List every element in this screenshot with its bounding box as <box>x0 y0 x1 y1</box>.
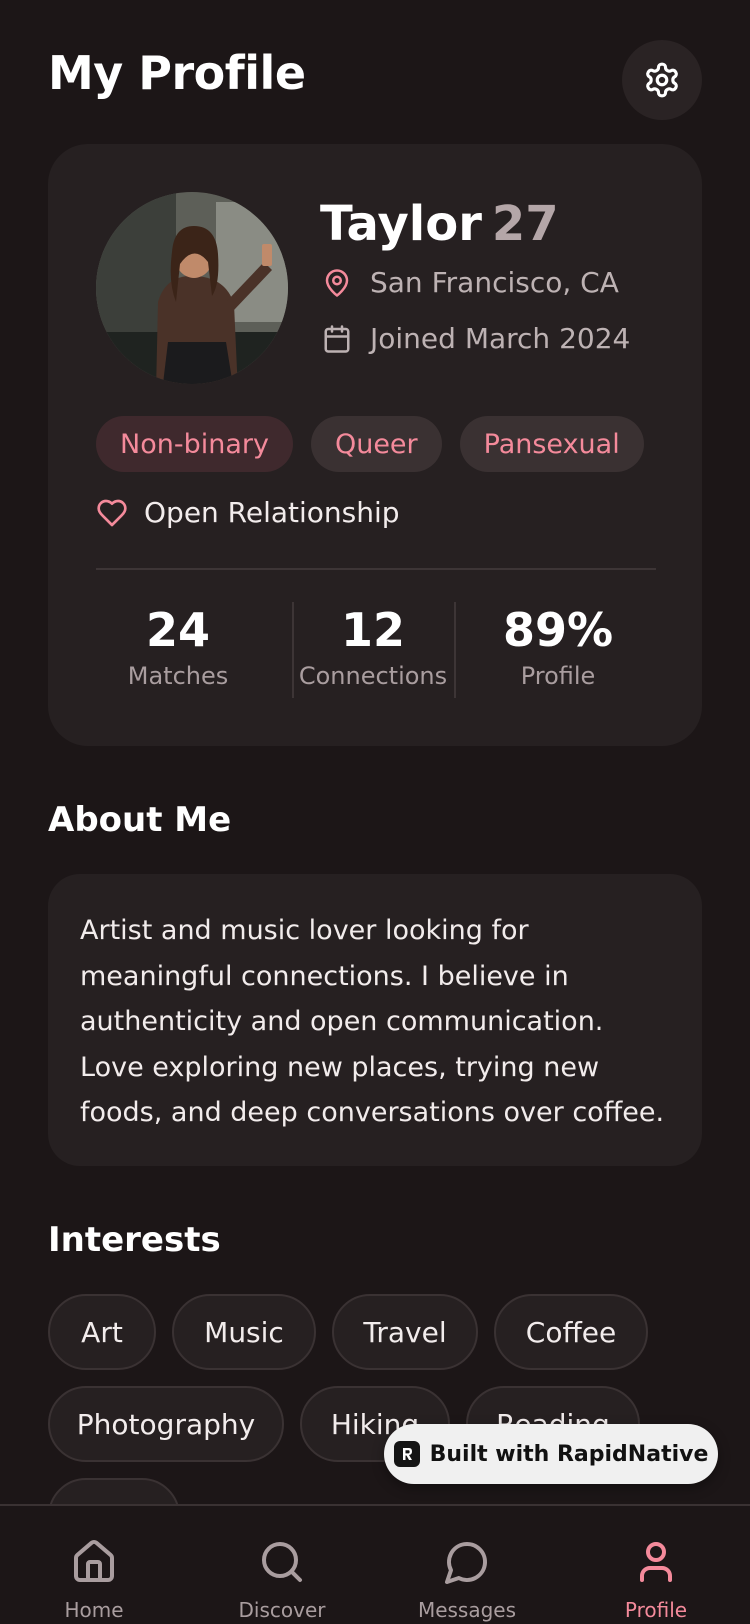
name-row: Taylor 27 <box>320 196 559 252</box>
stat-separator <box>454 602 456 698</box>
identity-chip: Queer <box>310 416 442 472</box>
stats-row: 24 Matches 12 Connections 89% Profile <box>96 602 656 702</box>
interest-chip[interactable]: Coffee <box>494 1294 648 1370</box>
tab-label: Profile <box>624 1598 688 1622</box>
interest-chip[interactable]: Art <box>48 1294 156 1370</box>
interest-chip[interactable]: Travel <box>332 1294 478 1370</box>
joined-row: Joined March 2024 <box>322 322 630 355</box>
about-text: Artist and music lover looking for meani… <box>80 915 665 1128</box>
tab-discover[interactable]: Discover <box>222 1506 342 1624</box>
stat-separator <box>292 602 294 698</box>
identity-chips: Non-binary Queer Pansexual <box>96 416 644 472</box>
interests-title: Interests <box>48 1220 221 1260</box>
tab-label: Home <box>64 1598 124 1622</box>
about-card: Artist and music lover looking for meani… <box>48 874 702 1166</box>
relationship-text: Open Relationship <box>144 496 400 529</box>
about-title: About Me <box>48 800 232 840</box>
stat-label: Profile <box>520 662 596 690</box>
search-icon <box>258 1538 306 1586</box>
built-with-badge[interactable]: Built with RapidNative <box>384 1424 718 1484</box>
tab-label: Discover <box>238 1598 326 1622</box>
stat-matches[interactable]: 24 Matches <box>96 602 260 690</box>
interest-chip[interactable]: Photography <box>48 1386 284 1462</box>
chat-icon <box>443 1538 491 1586</box>
interest-chip[interactable]: Music <box>172 1294 316 1370</box>
gear-icon <box>646 62 678 98</box>
stat-label: Connections <box>298 662 448 690</box>
profile-card: Taylor 27 San Francisco, CA Joined March … <box>48 144 702 746</box>
header: My Profile <box>48 40 702 140</box>
stat-value: 89% <box>502 603 614 657</box>
avatar[interactable] <box>96 192 288 384</box>
relationship-row: Open Relationship <box>96 496 400 529</box>
tab-messages[interactable]: Messages <box>407 1506 527 1624</box>
identity-chip: Non-binary <box>96 416 293 472</box>
tab-home[interactable]: Home <box>34 1506 154 1624</box>
location-text: San Francisco, CA <box>370 266 619 299</box>
page-title: My Profile <box>48 46 306 100</box>
stat-value: 24 <box>145 603 210 657</box>
tab-profile[interactable]: Profile <box>596 1506 716 1624</box>
tab-bar: Home Discover Messages Profile <box>0 1504 750 1624</box>
avatar-photo <box>96 192 288 384</box>
heart-icon <box>96 497 128 529</box>
stat-profile[interactable]: 89% Profile <box>476 602 640 690</box>
stat-connections[interactable]: 12 Connections <box>298 602 448 690</box>
profile-name: Taylor <box>320 196 482 252</box>
stat-value: 12 <box>340 603 405 657</box>
joined-text: Joined March 2024 <box>370 322 631 355</box>
map-pin-icon <box>322 268 352 298</box>
divider <box>96 568 656 570</box>
tab-label: Messages <box>417 1598 517 1622</box>
settings-button[interactable] <box>622 40 702 120</box>
rapidnative-logo-icon <box>393 1441 420 1467</box>
home-icon <box>70 1538 118 1586</box>
identity-chip: Pansexual <box>459 416 644 472</box>
badge-label: Built with RapidNative <box>429 1441 709 1467</box>
calendar-icon <box>322 324 352 354</box>
profile-age: 27 <box>491 196 559 252</box>
location-row: San Francisco, CA <box>322 266 619 299</box>
stat-label: Matches <box>127 662 229 690</box>
user-icon <box>632 1538 680 1586</box>
